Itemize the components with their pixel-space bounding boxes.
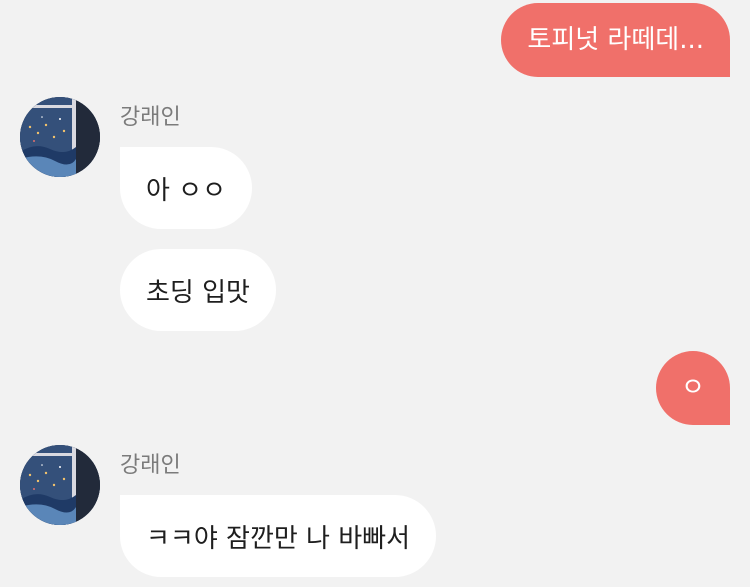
incoming-message-bubble[interactable]: 초딩 입맛 [120, 249, 276, 331]
sender-name: 강래인 [120, 105, 181, 130]
outgoing-message-bubble[interactable]: 토피넛 라떼데... [501, 3, 730, 77]
avatar-image [20, 445, 100, 525]
sender-name: 강래인 [120, 453, 181, 478]
incoming-message-bubble[interactable]: ㅋㅋ야 잠깐만 나 바빠서 [120, 495, 436, 577]
outgoing-message-bubble[interactable]: ㅇ [656, 351, 730, 425]
sender-avatar[interactable] [20, 97, 100, 177]
message-text: 토피넛 라떼데... [527, 25, 704, 55]
avatar-image [20, 97, 100, 177]
chat-window: 토피넛 라떼데... 강래인 아 ㅇㅇ 초딩 입맛 ㅇ 강래인 ㅋㅋ야 잠깐만 … [0, 0, 750, 587]
incoming-message-bubble[interactable]: 아 ㅇㅇ [120, 147, 253, 229]
message-text: 초딩 입맛 [146, 277, 250, 308]
message-text: ㅇ [681, 373, 705, 403]
sender-avatar[interactable] [20, 445, 100, 525]
message-text: ㅋㅋ야 잠깐만 나 바빠서 [146, 523, 410, 554]
message-text: 아 ㅇㅇ [146, 175, 227, 206]
